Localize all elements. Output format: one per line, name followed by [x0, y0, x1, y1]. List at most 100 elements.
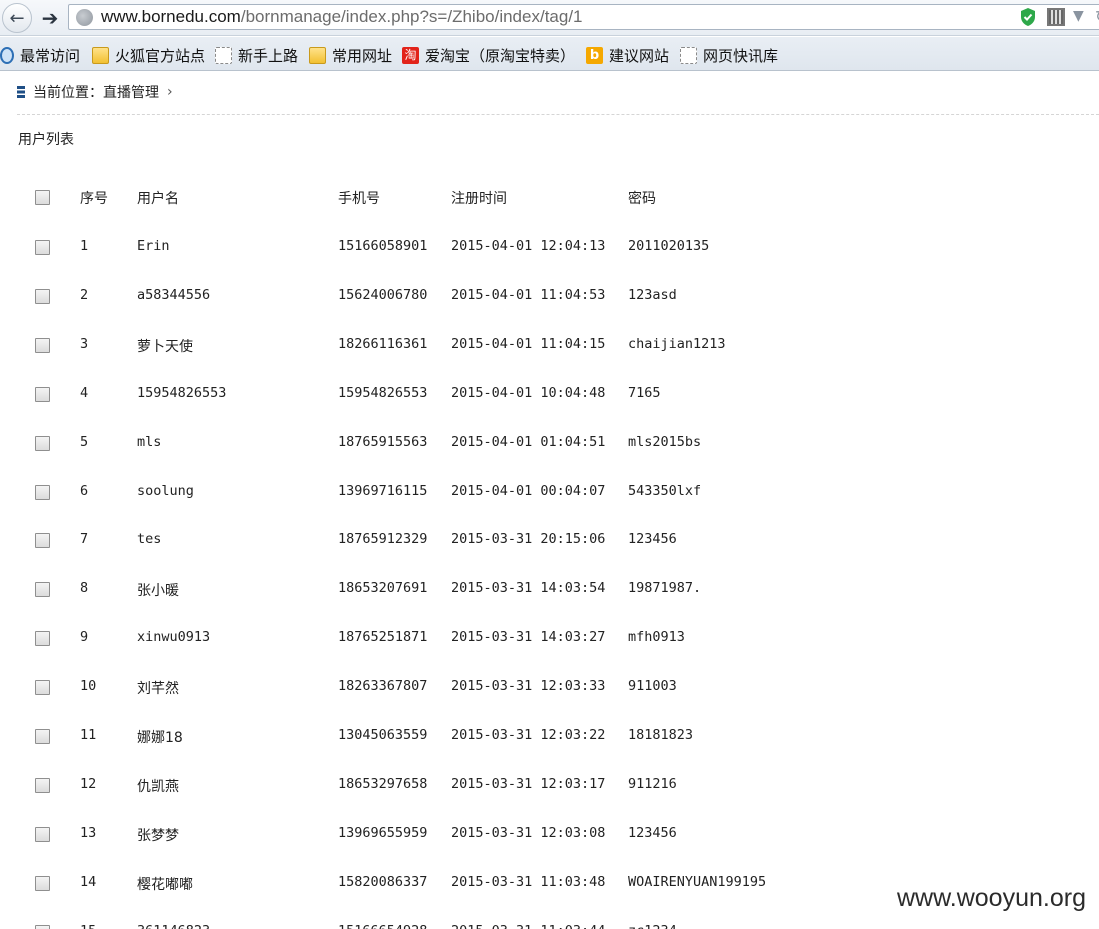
cell-id: 15	[80, 923, 96, 929]
bookmark-most-visited[interactable]: 最常访问	[0, 45, 80, 66]
row-checkbox[interactable]	[35, 386, 50, 402]
cell-username: 刘芊然	[137, 681, 179, 698]
header-username: 用户名	[137, 191, 179, 207]
taobao-icon: 淘	[402, 47, 419, 64]
row-checkbox[interactable]	[35, 631, 50, 647]
cell-id: 11	[80, 727, 97, 743]
cell-reg-time: 2015-03-31 14:03:54	[451, 580, 606, 597]
cell-id: 9	[80, 629, 89, 646]
cell-id: 8	[80, 580, 89, 597]
cell-phone: 18263367807	[338, 678, 428, 695]
cell-phone: 15820086337	[338, 873, 428, 890]
qr-code-icon[interactable]	[1047, 8, 1065, 26]
row-checkbox[interactable]	[35, 777, 50, 793]
bookmark-label: 最常访问	[20, 47, 81, 65]
cell-id: 10	[80, 678, 97, 695]
table-row: 1 Erin 15166058901 2015-04-01 12:04:13 20110…	[0, 232, 1099, 262]
cell-id: 6	[80, 482, 89, 499]
cell-id: 14	[80, 873, 97, 890]
row-checkbox[interactable]	[35, 729, 50, 744]
bookmark-label: 常用网址	[332, 47, 393, 65]
header-reg-time: 注册时间	[451, 191, 507, 207]
cell-id: 12	[80, 775, 97, 792]
cell-password: 123456	[628, 824, 677, 841]
cell-username: xinwu0913	[137, 629, 211, 646]
bing-icon: b	[586, 47, 603, 64]
table-row: 15 361146823 15166654928 2015-03-31 11:03:4…	[0, 917, 1099, 929]
row-checkbox[interactable]	[35, 826, 50, 842]
cell-phone: 18765912329	[338, 531, 428, 548]
row-checkbox[interactable]	[35, 875, 50, 891]
reload-icon[interactable]: ↻	[1095, 7, 1099, 26]
cell-reg-time: 2015-03-31 14:03:27	[451, 629, 606, 646]
cell-phone: 18266116361	[338, 335, 428, 352]
cell-password: 18181823	[628, 727, 694, 743]
cell-password: chaijian1213	[628, 335, 726, 352]
header-id: 序号	[80, 191, 108, 207]
table-row: 4 15954826553 15954826553 2015-04-01 10:04:…	[0, 379, 1099, 409]
url-host: www.bornedu.com	[101, 7, 241, 26]
address-bar[interactable]: www.bornedu.com/bornmanage/index.php?s=/…	[68, 4, 1099, 30]
table-row: 12 仇凯燕 18653297658 2015-03-31 12:03:17 91121…	[0, 770, 1099, 800]
cell-reg-time: 2015-03-31 11:03:48	[451, 873, 606, 890]
table-row: 5 mls 18765915563 2015-04-01 01:04:51 mls201…	[0, 428, 1099, 458]
row-checkbox[interactable]	[35, 337, 50, 353]
cell-id: 3	[80, 335, 89, 352]
forward-button[interactable]: ➔	[36, 3, 64, 33]
cell-username: tes	[137, 531, 162, 548]
bookmarks-toolbar: 最常访问 火狐官方站点 新手上路 常用网址 淘 爱淘宝（原淘宝特卖） b 建议网…	[0, 37, 1099, 71]
table-row: 6 soolung 13969716115 2015-04-01 00:04:07 54…	[0, 477, 1099, 507]
chevron-right-icon: ›	[167, 84, 173, 100]
address-url[interactable]: www.bornedu.com/bornmanage/index.php?s=/…	[101, 7, 583, 27]
table-row: 2 a58344556 15624006780 2015-04-01 11:04:53…	[0, 281, 1099, 311]
cell-reg-time: 2015-03-31 12:03:22	[451, 727, 606, 743]
table-row: 10 刘芊然 18263367807 2015-03-31 12:03:33 91100…	[0, 672, 1099, 702]
cell-reg-time: 2015-04-01 10:04:48	[451, 384, 606, 401]
back-button[interactable]: ←	[2, 3, 32, 33]
page-icon	[215, 47, 232, 64]
cell-reg-time: 2015-03-31 12:03:33	[451, 678, 606, 695]
bookmark-label: 火狐官方站点	[115, 47, 206, 65]
bookmark-web-slice-gallery[interactable]: 网页快讯库	[680, 45, 778, 66]
folder-icon	[309, 47, 326, 64]
table-header-row: 序号 用户名 手机号 注册时间 密码	[0, 182, 1099, 212]
cell-id: 5	[80, 433, 89, 450]
select-all-checkbox[interactable]	[35, 190, 50, 205]
row-checkbox[interactable]	[35, 680, 50, 696]
table-row: 3 萝卜天使 18266116361 2015-04-01 11:04:15 chaij…	[0, 330, 1099, 360]
row-checkbox[interactable]	[35, 924, 50, 929]
cell-password: zc1234	[628, 923, 677, 929]
bookmark-getting-started[interactable]: 新手上路	[215, 45, 298, 66]
row-checkbox[interactable]	[35, 484, 50, 500]
row-checkbox[interactable]	[35, 533, 50, 549]
cell-password: 123asd	[628, 286, 677, 303]
cell-reg-time: 2015-04-01 01:04:51	[451, 433, 606, 450]
cell-phone: 15166058901	[338, 238, 428, 254]
bookmark-suggested-sites[interactable]: b 建议网站	[586, 45, 669, 66]
bookmark-ai-taobao[interactable]: 淘 爱淘宝（原淘宝特卖）	[402, 45, 575, 66]
divider	[17, 114, 1099, 115]
search-icon	[0, 47, 14, 64]
cell-username: 张梦梦	[137, 827, 179, 844]
bookmark-firefox-site[interactable]: 火狐官方站点	[92, 45, 205, 66]
arrow-left-icon: ←	[9, 7, 25, 29]
bookmark-label: 爱淘宝（原淘宝特卖）	[425, 47, 576, 65]
row-checkbox[interactable]	[35, 288, 50, 304]
cell-phone: 13045063559	[338, 727, 428, 743]
cell-username: 萝卜天使	[137, 338, 193, 355]
bookmark-common-sites[interactable]: 常用网址	[309, 45, 392, 66]
browser-navbar: ← ➔ www.bornedu.com/bornmanage/index.php…	[0, 0, 1099, 36]
cell-id: 2	[80, 286, 89, 303]
row-checkbox[interactable]	[35, 435, 50, 451]
cell-phone: 18653207691	[338, 580, 428, 597]
cell-phone: 18765251871	[338, 629, 428, 646]
chevron-down-icon[interactable]: ▼	[1073, 8, 1084, 24]
row-checkbox[interactable]	[35, 240, 50, 255]
row-checkbox[interactable]	[35, 582, 50, 598]
shield-icon[interactable]	[1019, 7, 1037, 27]
cell-username: 仇凯燕	[137, 778, 179, 795]
cell-phone: 15166654928	[338, 923, 427, 929]
cell-username: 361146823	[137, 923, 210, 929]
cell-phone: 18765915563	[338, 433, 428, 450]
cell-password: 911216	[628, 775, 677, 792]
